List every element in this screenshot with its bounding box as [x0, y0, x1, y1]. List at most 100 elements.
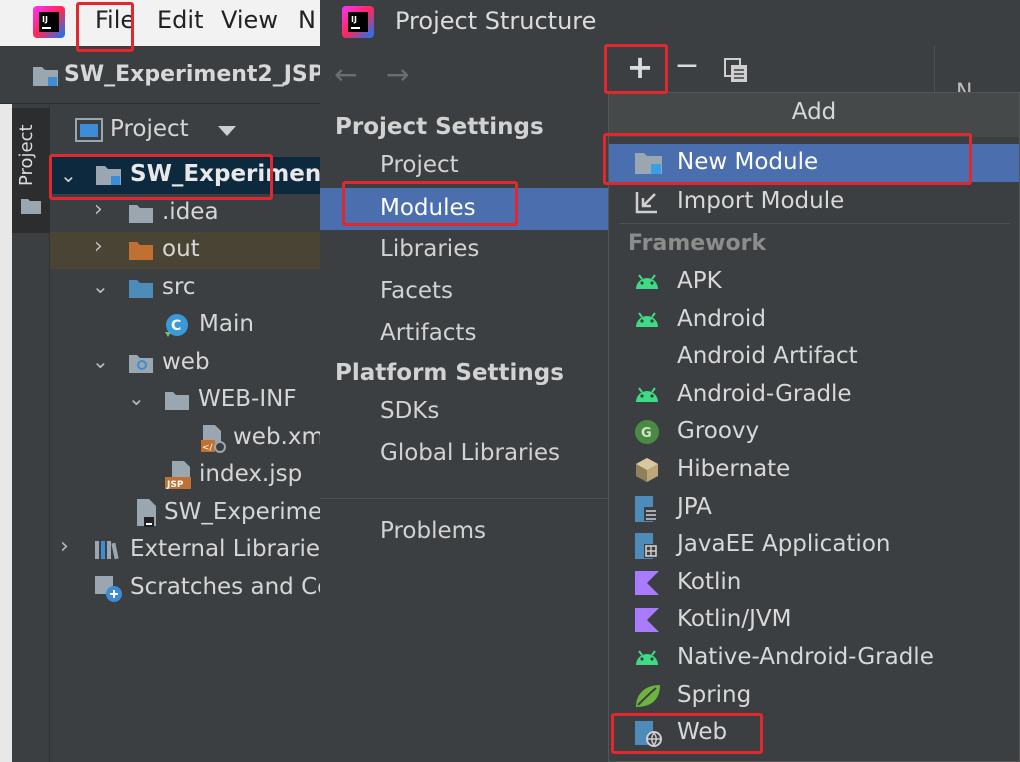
highlight-project-root [49, 154, 273, 200]
groovy-icon: G [634, 419, 664, 447]
kotlin-icon [634, 607, 664, 635]
svg-text:IJ: IJ [42, 15, 48, 24]
navigation-bar: SW_Experiment2_JSP [0, 46, 324, 104]
folder-icon [128, 239, 154, 261]
project-tool-tab[interactable]: Project [12, 108, 50, 233]
section-heading-platform-settings: Platform Settings [335, 360, 564, 386]
android-icon [634, 382, 664, 410]
framework-heading: Framework [628, 231, 767, 256]
folder-icon [128, 202, 154, 224]
framework-item-jpa[interactable]: JPA [609, 489, 1019, 526]
tree-row-iml[interactable]: SW_Experime [50, 495, 323, 532]
tree-label: Main [199, 311, 254, 337]
dialog-title-bar: IJ Project Structure [320, 0, 1020, 46]
tree-label: External Libraries [130, 536, 333, 562]
popup-divider [620, 223, 1010, 224]
chevron-right-icon: › [94, 197, 103, 222]
chevron-down-icon [218, 126, 236, 136]
tree-label: web [162, 349, 210, 375]
svg-text:C: C [171, 318, 181, 334]
jsp-file-icon: JSP [164, 460, 194, 490]
android-icon [634, 307, 664, 335]
sidebar-item-libraries[interactable]: Libraries [380, 236, 479, 262]
sidebar-item-project[interactable]: Project [380, 152, 459, 178]
framework-item-kotlin-jvm[interactable]: Kotlin/JVM [609, 601, 1019, 638]
framework-item-label: Native-Android-Gradle [677, 644, 934, 670]
tree-row-web-inf[interactable]: ⌄ WEB-INF [50, 382, 320, 419]
framework-item-apk[interactable]: APK [609, 263, 1019, 300]
kotlin-icon [634, 570, 664, 598]
tree-row-main[interactable]: C Main [50, 307, 320, 344]
project-tab-label: Project [16, 124, 37, 186]
tree-label: WEB-INF [198, 386, 297, 412]
tree-label: out [162, 236, 200, 262]
back-arrow-icon[interactable]: ← [334, 58, 357, 91]
project-view-icon [75, 117, 103, 143]
sidebar-item-facets[interactable]: Facets [380, 278, 453, 304]
project-view-label: Project [110, 116, 189, 142]
menu-view[interactable]: View [221, 6, 278, 34]
navbar-project-name[interactable]: SW_Experiment2_JSP [64, 62, 324, 87]
chevron-right-icon: › [94, 234, 103, 259]
menu-edit[interactable]: Edit [157, 6, 203, 34]
web-folder-icon [128, 352, 154, 374]
source-folder-icon [128, 277, 154, 299]
chevron-down-icon: ⌄ [128, 386, 145, 410]
framework-item-label: JPA [677, 494, 712, 520]
menu-item-import-module[interactable]: Import Module [609, 183, 1019, 221]
intellij-logo-icon: IJ [33, 6, 65, 38]
chevron-down-icon: ⌄ [92, 349, 109, 373]
tree-label: web.xml [233, 424, 331, 450]
copy-icon[interactable] [724, 58, 750, 84]
highlight-web [611, 713, 763, 754]
chevron-right-icon: › [60, 534, 69, 559]
tree-row-external-libraries[interactable]: › External Libraries [50, 532, 332, 569]
class-icon: C [164, 312, 190, 338]
framework-item-android-gradle[interactable]: Android-Gradle [609, 376, 1019, 413]
sidebar-item-global-libraries[interactable]: Global Libraries [380, 440, 560, 466]
tree-label: SW_Experime [164, 499, 323, 525]
tree-row-index-jsp[interactable]: JSP index.jsp [50, 457, 320, 494]
tree-row-scratches[interactable]: Scratches and Co [50, 570, 331, 607]
sidebar-item-artifacts[interactable]: Artifacts [380, 320, 476, 346]
framework-item-javaee-application[interactable]: JavaEE Application [609, 526, 1019, 563]
scratches-icon [94, 574, 124, 604]
tree-row-web-xml[interactable]: </ web.xml [50, 420, 330, 457]
jpa-icon [634, 495, 664, 523]
dialog-sidebar: ← → Project Settings Project Modules Lib… [320, 46, 608, 762]
framework-item-android-artifact[interactable]: Android Artifact [609, 338, 1019, 375]
menu-navigate[interactable]: N [298, 6, 316, 34]
framework-item-android[interactable]: Android [609, 301, 1019, 338]
tree-row-idea[interactable]: › .idea [50, 195, 320, 232]
svg-text:JSP: JSP [166, 480, 184, 490]
framework-item-groovy[interactable]: G Groovy [609, 413, 1019, 450]
sidebar-item-sdks[interactable]: SDKs [380, 398, 439, 424]
android-icon [634, 645, 664, 673]
svg-text:IJ: IJ [351, 15, 357, 24]
tree-row-out[interactable]: › out [50, 232, 320, 269]
tree-label: .idea [162, 199, 219, 225]
framework-item-label: Kotlin [677, 569, 742, 595]
libraries-icon [94, 539, 122, 561]
highlight-new-module [603, 133, 972, 185]
framework-item-label: Hibernate [677, 456, 791, 482]
framework-item-hibernate[interactable]: Hibernate [609, 451, 1019, 488]
remove-button[interactable]: − [672, 48, 702, 88]
framework-item-native-android-gradle[interactable]: Native-Android-Gradle [609, 639, 1019, 676]
svg-text:</: </ [202, 443, 214, 453]
tree-row-src[interactable]: ⌄ src [50, 270, 320, 307]
framework-item-label: Groovy [677, 418, 760, 444]
framework-item-spring[interactable]: Spring [609, 677, 1019, 714]
framework-item-label: APK [677, 268, 722, 294]
project-view-selector[interactable]: Project [75, 112, 245, 148]
tree-label: index.jsp [199, 461, 303, 487]
tree-row-web[interactable]: ⌄ web [50, 345, 320, 382]
framework-item-label: Kotlin/JVM [677, 606, 792, 632]
sidebar-item-problems[interactable]: Problems [380, 518, 486, 544]
svg-text:G: G [641, 426, 652, 441]
sidebar-divider [320, 498, 608, 499]
menu-item-label: Import Module [677, 188, 845, 214]
intellij-logo-icon: IJ [342, 6, 374, 38]
framework-item-kotlin[interactable]: Kotlin [609, 564, 1019, 601]
forward-arrow-icon[interactable]: → [386, 58, 409, 91]
